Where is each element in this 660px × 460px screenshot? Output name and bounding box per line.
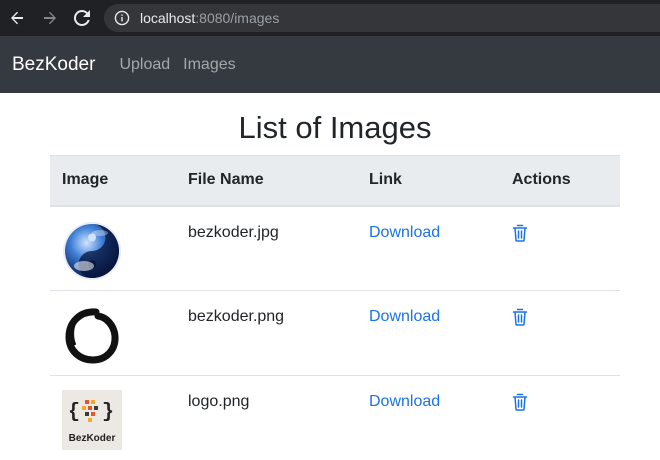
trash-icon[interactable] [512, 393, 528, 411]
nav-link-images[interactable]: Images [183, 56, 235, 74]
reload-icon[interactable] [71, 7, 93, 29]
table-header-row: Image File Name Link Actions [50, 155, 620, 207]
url-host: localhost [140, 10, 196, 26]
back-arrow-icon[interactable] [6, 7, 28, 29]
enso-circle-thumbnail [62, 305, 122, 365]
browser-toolbar: localhost:8080/images [0, 0, 660, 36]
download-link[interactable]: Download [369, 308, 440, 325]
table-row: bezkoder.jpg Download [50, 205, 620, 291]
trash-icon[interactable] [512, 308, 528, 326]
header-image: Image [50, 155, 176, 207]
download-link[interactable]: Download [369, 393, 440, 410]
image-cell: { } BezKoder [50, 375, 176, 460]
link-cell: Download [357, 290, 500, 376]
images-table: Image File Name Link Actions bezkoder.jp… [50, 155, 620, 460]
address-bar[interactable]: localhost:8080/images [104, 4, 660, 32]
app-navbar: BezKoder Upload Images [0, 36, 660, 93]
table-row: bezkoder.png Download [50, 290, 620, 376]
link-cell: Download [357, 205, 500, 291]
file-name-cell: logo.png [176, 375, 357, 460]
page-title: List of Images [238, 110, 432, 145]
file-name-cell: bezkoder.png [176, 290, 357, 376]
trash-icon[interactable] [512, 224, 528, 242]
table-row: { } BezKoder logo.png Download [50, 375, 620, 460]
bezkoder-logo-thumbnail: { } BezKoder [62, 390, 122, 450]
logo-text: BezKoder [69, 433, 116, 444]
brand-link[interactable]: BezKoder [12, 54, 95, 76]
actions-cell [500, 205, 620, 291]
url-path: :8080/images [195, 10, 280, 26]
download-link[interactable]: Download [369, 224, 440, 241]
image-cell [50, 205, 176, 291]
link-cell: Download [357, 375, 500, 460]
svg-text:{: { [68, 401, 80, 424]
actions-cell [500, 290, 620, 376]
info-icon[interactable] [114, 10, 130, 26]
forward-arrow-icon[interactable] [39, 7, 61, 29]
images-table-wrapper: Image File Name Link Actions bezkoder.jp… [50, 155, 620, 460]
header-file-name: File Name [176, 155, 357, 207]
yin-yang-thumbnail [63, 221, 121, 280]
image-cell [50, 290, 176, 376]
header-actions: Actions [500, 155, 620, 207]
nav-link-upload[interactable]: Upload [119, 56, 170, 74]
actions-cell [500, 375, 620, 460]
header-link: Link [357, 155, 500, 207]
file-name-cell: bezkoder.jpg [176, 205, 357, 291]
svg-text:}: } [102, 401, 114, 424]
